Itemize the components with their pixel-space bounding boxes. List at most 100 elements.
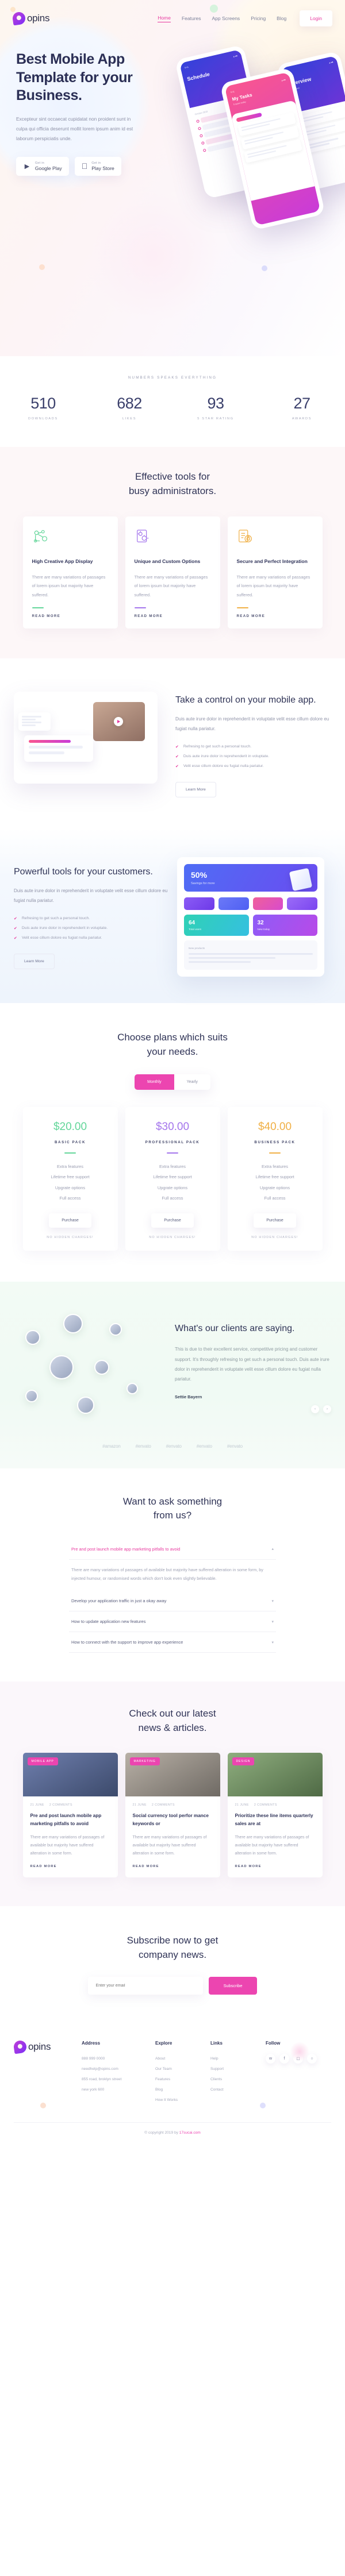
plan-feature: Lifetime free support (255, 1174, 294, 1180)
prev-arrow-icon[interactable]: ‹ (311, 1405, 319, 1414)
footer-email[interactable]: needhelp@opins.com (82, 2064, 155, 2074)
login-button[interactable]: Login (300, 10, 332, 26)
faq-item[interactable]: Develop your application traffic in just… (69, 1591, 276, 1612)
check-label: Duis aute irure dolor in reprehenderit i… (21, 926, 108, 931)
footer-link[interactable]: About (155, 2054, 210, 2064)
stat-item: 93 5 STAR RATING (172, 395, 259, 421)
toggle-yearly[interactable]: Yearly (174, 1074, 210, 1090)
testimonial-title: What's our clients are saying. (175, 1324, 295, 1334)
feature-card-title: Unique and Custom Options (134, 558, 201, 565)
plan-purchase-button[interactable]: Purchase (151, 1213, 194, 1228)
feature-card-read-more[interactable]: READ MORE (237, 614, 313, 618)
copyright: © copyright 2019 by 17sucai.com (0, 2123, 345, 2145)
store-small-label: Get in (85, 161, 101, 165)
plan-note: NO HIDDEN CHARGES! (149, 1235, 196, 1239)
copyright-link[interactable]: 17sucai.com (179, 2131, 201, 2135)
post-tag: DESIGN (232, 1757, 255, 1765)
nav-item-app-screens[interactable]: App Screens (212, 16, 240, 21)
copyright-text: © copyright 2019 by (144, 2131, 179, 2135)
facebook-icon[interactable]: f (279, 2054, 289, 2064)
powerful-section: Powerful tools for your customers. Duis … (0, 828, 345, 1004)
stat-item: 510 DOWNLOADS (0, 395, 86, 421)
feature-card[interactable]: Unique and Custom Options There are many… (125, 516, 220, 629)
post-meta: 21 JUNE 2 COMMENTS (133, 1803, 213, 1807)
gears-document-icon (136, 530, 148, 543)
features-title-line1: Effective tools for (135, 471, 210, 482)
blog-post-card[interactable]: MOBILE APP 21 JUNE 2 COMMENTS Pre and po… (22, 1752, 118, 1878)
feature-card-read-more[interactable]: READ MORE (32, 614, 109, 618)
dashboard-tile-icon[interactable] (218, 897, 249, 911)
subscribe-button[interactable]: Subscribe (208, 1977, 258, 1995)
footer-link[interactable]: Our Team (155, 2064, 210, 2074)
footer-link[interactable]: Blog (155, 2085, 210, 2095)
network-settings-icon (33, 530, 47, 543)
feature-card[interactable]: High Creative App Display There are many… (22, 516, 118, 629)
faq-item[interactable]: How to update application new features ▾ (69, 1611, 276, 1633)
check-item: ✔ Refresing to get such a personal touch… (14, 916, 168, 921)
next-arrow-icon[interactable]: › (323, 1405, 331, 1414)
dashboard-tile-icon[interactable] (184, 897, 214, 911)
faq-title: Want to ask something from us? (0, 1495, 345, 1523)
footer-link[interactable]: Help (210, 2054, 266, 2064)
faq-item[interactable]: How to connect with the support to impro… (69, 1632, 276, 1653)
avatar (77, 1396, 94, 1414)
dashboard-stat-value: 64 (189, 920, 195, 927)
footer-link[interactable]: Support (210, 2064, 266, 2074)
features-title-line2: busy administrators. (128, 485, 217, 496)
nav-item-pricing[interactable]: Pricing (251, 16, 266, 21)
faq-item[interactable]: Pre and post launch mobile app marketing… (69, 1539, 276, 1560)
control-learn-more-button[interactable]: Learn More (175, 781, 216, 797)
footer-link[interactable]: How It Works (155, 2095, 210, 2105)
laptop-mockup (14, 692, 158, 784)
subscribe-email-input[interactable] (87, 1977, 203, 1995)
blog-post-card[interactable]: DESIGN 21 JUNE 2 COMMENTS Prioritize the… (227, 1752, 323, 1878)
stat-value: 93 (207, 395, 224, 412)
app-store-button[interactable]:  Get in Play Store (74, 156, 121, 176)
plan-note: NO HIDDEN CHARGES! (47, 1235, 94, 1239)
post-date: 21 JUNE (132, 1803, 147, 1807)
post-excerpt: There are many variations of passages of… (132, 1835, 207, 1856)
plan-feature: Lifetime free support (153, 1174, 192, 1180)
dashboard-tile-icon[interactable] (252, 897, 283, 911)
check-icon: ✔ (14, 926, 17, 931)
footer-brand: opins (13, 2039, 82, 2054)
dashboard-tile-icon[interactable] (287, 897, 317, 911)
plan-purchase-button[interactable]: Purchase (49, 1213, 91, 1228)
plan-features: Extra features Lifetime free support Upg… (31, 1162, 110, 1204)
footer-link[interactable]: Features (155, 2074, 210, 2085)
blog-title: Check out our latest news & articles. (0, 1707, 345, 1735)
footer-link[interactable]: Clients (210, 2074, 266, 2085)
nav-item-features[interactable]: Features (182, 16, 201, 21)
main-nav: Home Features App Screens Pricing Blog L… (158, 10, 332, 26)
nav-item-blog[interactable]: Blog (277, 16, 286, 21)
post-read-more[interactable]: READ MORE (30, 1865, 110, 1868)
avatar (25, 1389, 38, 1402)
post-title: Prioritize these line items quarterly sa… (235, 1813, 313, 1827)
plan-feature: Upgrate options (157, 1185, 188, 1190)
stats-section: NUMBERS SPEAKS EVERYTHING 510 DOWNLOADS … (0, 356, 345, 447)
feature-card-text: There are many variations of passages of… (32, 574, 106, 597)
testimonial-quote: This is due to their excellent service, … (175, 1347, 329, 1382)
toggle-monthly[interactable]: Monthly (135, 1074, 174, 1090)
feature-card-read-more[interactable]: READ MORE (135, 614, 211, 618)
brand-logo-item: #amazon (102, 1443, 121, 1449)
feature-card[interactable]: Secure and Perfect Integration There are… (227, 516, 323, 629)
feature-card-text: There are many variations of passages of… (236, 574, 310, 597)
brand-logo[interactable]: opins (12, 11, 50, 26)
twitter-icon[interactable]: w (266, 2054, 275, 2064)
store-buttons: ► Get in Google Play  Get in Play Store (16, 156, 161, 176)
nav-item-home[interactable]: Home (158, 15, 171, 22)
post-read-more[interactable]: READ MORE (235, 1865, 315, 1868)
footer-link[interactable]: Contact (210, 2085, 266, 2095)
plan-purchase-button[interactable]: Purchase (254, 1213, 296, 1228)
plan-price: $30.00 (155, 1120, 190, 1133)
footer-phone[interactable]: 888 999 0000 (82, 2054, 155, 2064)
feature-card-title: High Creative App Display (32, 558, 93, 565)
google-play-button[interactable]: ► Get in Google Play (16, 156, 69, 176)
footer-logo[interactable]: opins (13, 2039, 82, 2054)
powerful-learn-more-button[interactable]: Learn More (14, 953, 55, 969)
brand-name: opins (27, 13, 50, 24)
subscribe-title: Subscribe now to get company news. (0, 1934, 345, 1962)
blog-post-card[interactable]: MARKETING 21 JUNE 2 COMMENTS Social curr… (125, 1752, 220, 1878)
post-read-more[interactable]: READ MORE (133, 1865, 213, 1868)
